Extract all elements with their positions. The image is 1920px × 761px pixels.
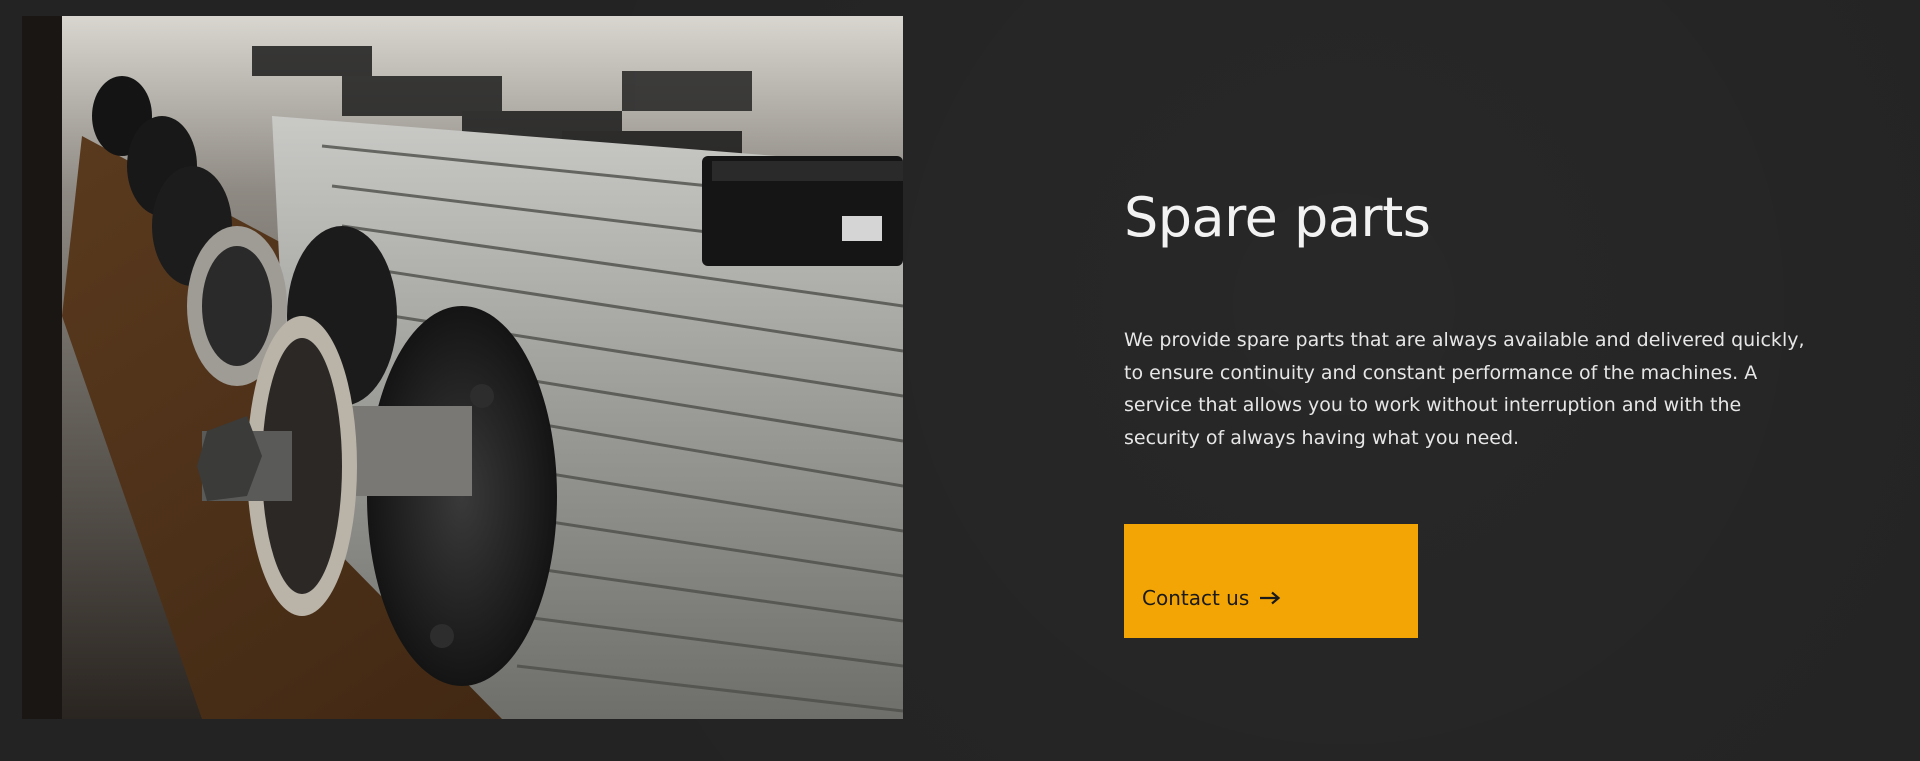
section-content: Spare parts We provide spare parts that … [1124,180,1824,454]
description-line: security of always having what you need. [1124,426,1520,449]
machine-photo-illustration [22,16,903,719]
section-description: We provide spare parts that are always a… [1124,324,1824,454]
motors-photo [22,16,903,719]
description-line: We provide spare parts that are always a… [1124,329,1805,351]
description-line: service that allows you to work without … [1124,394,1742,416]
section-title: Spare parts [1124,186,1431,249]
contact-us-button[interactable]: Contact us [1124,524,1418,638]
contact-us-button-content: Contact us [1142,586,1281,610]
contact-us-label: Contact us [1142,586,1250,610]
spare-parts-section: Spare parts We provide spare parts that … [0,0,1920,761]
arrow-right-icon [1260,591,1281,605]
description-line: to ensure continuity and constant perfor… [1124,361,1758,384]
